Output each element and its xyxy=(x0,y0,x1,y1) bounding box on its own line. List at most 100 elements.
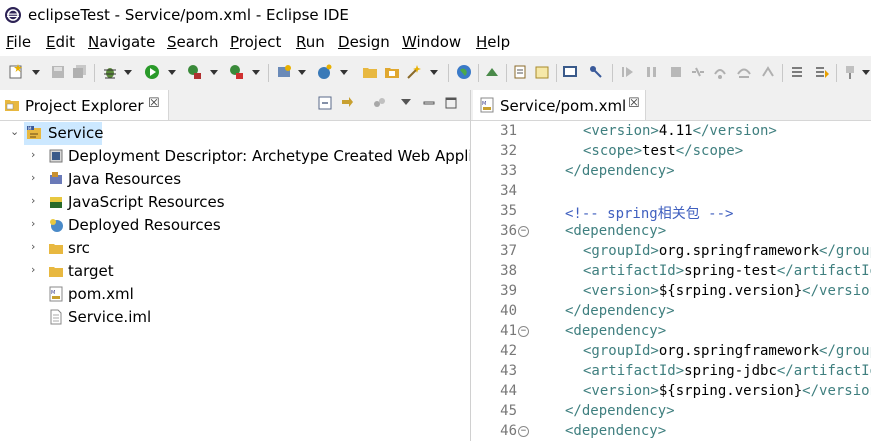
next-annotation-icon[interactable] xyxy=(790,64,806,80)
menu-edit[interactable]: Edit xyxy=(46,33,75,51)
terminate-icon[interactable] xyxy=(668,64,684,80)
chevron-down-icon[interactable] xyxy=(32,70,40,75)
toolbar-separator xyxy=(94,64,95,82)
code-text: <version>${srping.version}</version> xyxy=(583,283,871,299)
save-all-icon[interactable] xyxy=(72,64,88,80)
tree-item-label: JavaScript Resources xyxy=(68,193,225,211)
close-icon[interactable]: ☒ xyxy=(148,96,160,111)
editor-tab-label: Service/pom.xml xyxy=(500,97,627,115)
tree-item-label: pom.xml xyxy=(68,285,134,303)
code-text: <version>${srping.version}</version> xyxy=(583,383,871,399)
save-icon[interactable] xyxy=(50,64,66,80)
chevron-right-icon[interactable]: › xyxy=(31,218,41,229)
open-folder-icon[interactable] xyxy=(362,64,378,80)
code-editor[interactable]: 31 <version>4.11</version> 32 <scope>test</… xyxy=(471,121,871,441)
code-line: 41− <dependency> xyxy=(471,322,871,342)
menu-run[interactable]: Run xyxy=(296,33,325,51)
view-menu-icon[interactable] xyxy=(401,99,411,105)
tab-project-explorer[interactable]: Project Explorer ☒ xyxy=(0,90,169,120)
tree-item[interactable]: Service.iml xyxy=(0,306,470,329)
deployment-descriptor-icon xyxy=(49,149,63,163)
collapse-all-icon[interactable] xyxy=(318,96,332,110)
tree-item-label: Deployment Descriptor: Archetype Created… xyxy=(68,147,470,165)
tree-item[interactable]: › target xyxy=(0,260,470,283)
tree-item[interactable]: › Java Resources xyxy=(0,168,470,191)
line-number: 45 xyxy=(500,403,517,419)
line-number: 35 xyxy=(500,203,517,219)
tree-item[interactable]: › Deployed Resources xyxy=(0,214,470,237)
chevron-down-icon[interactable] xyxy=(210,70,218,75)
menu-help[interactable]: Help xyxy=(476,33,510,51)
chevron-down-icon[interactable] xyxy=(168,70,176,75)
tree-item[interactable]: › Deployment Descriptor: Archetype Create… xyxy=(0,145,470,168)
link-with-editor-icon[interactable] xyxy=(340,96,354,110)
step-return-icon[interactable] xyxy=(760,64,776,80)
toolbar-separator xyxy=(448,64,449,82)
chevron-down-icon[interactable] xyxy=(124,70,132,75)
minimize-icon[interactable] xyxy=(422,96,436,110)
external-tools-icon[interactable] xyxy=(228,64,244,80)
main-toolbar xyxy=(0,56,871,90)
fold-toggle-icon[interactable]: − xyxy=(518,226,529,237)
tree-item-label: Service.iml xyxy=(68,308,152,326)
chevron-down-icon[interactable] xyxy=(298,70,306,75)
chevron-down-icon[interactable] xyxy=(252,70,260,75)
disconnect-icon[interactable] xyxy=(690,64,706,80)
new-icon[interactable] xyxy=(8,64,24,80)
chevron-right-icon[interactable]: › xyxy=(31,172,41,183)
tree-item[interactable]: › JavaScript Resources xyxy=(0,191,470,214)
project-explorer-icon xyxy=(5,100,19,111)
globe-icon[interactable] xyxy=(456,64,472,80)
task-icon[interactable] xyxy=(512,64,528,80)
chevron-down-icon[interactable] xyxy=(340,70,348,75)
refactor-icon[interactable] xyxy=(484,64,500,80)
open-type-icon[interactable] xyxy=(384,64,400,80)
chevron-right-icon[interactable]: › xyxy=(31,264,41,275)
menu-file[interactable]: File xyxy=(6,33,31,51)
new-java-class-icon[interactable] xyxy=(316,64,332,80)
annotation-icon[interactable] xyxy=(534,64,550,80)
close-icon[interactable]: ☒ xyxy=(628,96,640,111)
project-explorer-view: Project Explorer ☒ ⌄ M Service › Deployment … xyxy=(0,90,471,441)
fold-toggle-icon[interactable]: − xyxy=(518,326,529,337)
chevron-down-icon[interactable] xyxy=(862,70,870,75)
chevron-down-icon[interactable] xyxy=(430,70,438,75)
menu-window[interactable]: Window xyxy=(402,33,461,51)
chevron-down-icon[interactable]: ⌄ xyxy=(10,126,20,137)
run-icon[interactable] xyxy=(144,64,160,80)
tab-pom-xml[interactable]: M Service/pom.xml ☒ xyxy=(473,90,646,120)
tree-item-label: Service xyxy=(48,124,104,142)
maximize-icon[interactable] xyxy=(444,96,458,110)
menu-search[interactable]: Search xyxy=(167,33,219,51)
filter-icon[interactable] xyxy=(372,96,386,110)
new-server-icon[interactable] xyxy=(276,64,292,80)
suspend-icon[interactable] xyxy=(644,64,660,80)
step-into-icon[interactable] xyxy=(712,64,728,80)
fold-toggle-icon[interactable]: − xyxy=(518,426,529,437)
menu-navigate[interactable]: Navigate xyxy=(88,33,155,51)
resume-icon[interactable] xyxy=(620,64,636,80)
tree-item[interactable]: Mpom.xml xyxy=(0,283,470,306)
console-icon[interactable] xyxy=(562,64,578,80)
menu-project[interactable]: Project xyxy=(230,33,281,51)
eclipse-logo-icon xyxy=(5,7,21,23)
step-over-icon[interactable] xyxy=(736,64,752,80)
tree-item[interactable]: ⌄ M Service xyxy=(10,122,104,145)
code-text: <dependency> xyxy=(565,423,667,439)
debug-icon[interactable] xyxy=(102,64,118,80)
line-number: 46 xyxy=(500,423,517,439)
wizard-icon[interactable] xyxy=(406,64,422,80)
previous-annotation-icon[interactable] xyxy=(814,64,830,80)
chevron-right-icon[interactable]: › xyxy=(31,149,41,160)
tree-item[interactable]: › src xyxy=(0,237,470,260)
chevron-right-icon[interactable]: › xyxy=(31,195,41,206)
project-explorer-tab-label: Project Explorer xyxy=(25,97,144,115)
line-number: 32 xyxy=(500,143,517,159)
chevron-right-icon[interactable]: › xyxy=(31,241,41,252)
pin-editor-icon[interactable] xyxy=(842,64,858,80)
project-explorer-tab-bar: Project Explorer ☒ xyxy=(0,90,470,121)
toggle-breakpoint-icon[interactable] xyxy=(588,64,604,80)
tree-item-label: Deployed Resources xyxy=(68,216,221,234)
coverage-icon[interactable] xyxy=(186,64,202,80)
menu-design[interactable]: Design xyxy=(338,33,390,51)
